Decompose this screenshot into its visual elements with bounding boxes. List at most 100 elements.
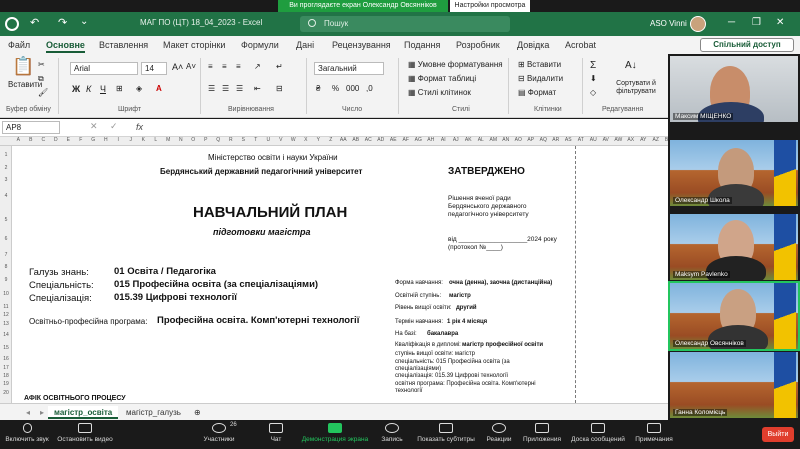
delete-cells-button[interactable]: ⊟ Видалити: [518, 74, 563, 83]
row-header[interactable]: 4: [0, 193, 12, 199]
form-value[interactable]: очна (денна), заочна (дистанційна): [449, 280, 552, 286]
minimize-icon[interactable]: ─: [728, 17, 735, 28]
column-header[interactable]: AU: [587, 137, 600, 143]
add-sheet-icon[interactable]: ⊕: [188, 406, 207, 419]
record-button[interactable]: Запись: [378, 423, 406, 443]
tab-home[interactable]: Основне: [46, 40, 85, 53]
column-header[interactable]: Q: [212, 137, 225, 143]
currency-icon[interactable]: ₴: [316, 84, 320, 93]
column-header[interactable]: M: [162, 137, 175, 143]
specialization-label[interactable]: Спеціалізація:: [29, 293, 92, 304]
view-options-button[interactable]: Настройки просмотра: [450, 0, 530, 12]
column-header[interactable]: H: [100, 137, 113, 143]
specialty-value[interactable]: 015 Професійна освіта (за спеціалізаціям…: [114, 279, 318, 290]
qualification-specialty[interactable]: спеціальність: 015 Професійна освіта (за: [395, 359, 510, 365]
plan-title[interactable]: НАВЧАЛЬНИЙ ПЛАН: [193, 204, 347, 221]
cell-styles-button[interactable]: ▦ Стилі клітинок: [408, 88, 471, 97]
row-header[interactable]: 7: [0, 252, 12, 258]
tab-page-layout[interactable]: Макет сторінки: [163, 40, 225, 50]
column-header[interactable]: AY: [637, 137, 650, 143]
program-label[interactable]: Освітньо-професійна програма:: [29, 317, 147, 326]
qualification-specialization[interactable]: спеціалізація: 015.39 Цифрові технології: [395, 373, 508, 379]
insert-cells-button[interactable]: ⊞ Вставити: [518, 60, 561, 69]
tab-data[interactable]: Дані: [296, 40, 314, 50]
row-header[interactable]: 13: [0, 321, 12, 327]
column-header[interactable]: O: [187, 137, 200, 143]
fill-color-icon[interactable]: ◈: [136, 84, 142, 93]
sort-filter-icon[interactable]: A↓: [625, 60, 637, 71]
approval-date[interactable]: від ___________________2024 року: [448, 236, 557, 243]
ministry-text[interactable]: Міністерство освіти і науки України: [208, 153, 338, 162]
column-header[interactable]: AS: [562, 137, 575, 143]
qualification-degree[interactable]: ступінь вищої освіти: магістр: [395, 351, 475, 357]
column-header[interactable]: AH: [425, 137, 438, 143]
column-header[interactable]: AZ: [650, 137, 663, 143]
captions-button[interactable]: Показать субтитры: [416, 423, 476, 443]
column-header[interactable]: B: [25, 137, 38, 143]
qualification-value[interactable]: магістр професійної освіти: [462, 342, 543, 348]
degree-label[interactable]: Освітній ступінь:: [395, 293, 441, 299]
redo-icon[interactable]: ↷: [58, 16, 67, 29]
maximize-icon[interactable]: ❐: [752, 17, 761, 28]
column-header[interactable]: AR: [550, 137, 563, 143]
column-header[interactable]: AK: [462, 137, 475, 143]
column-header[interactable]: AJ: [450, 137, 463, 143]
tab-view[interactable]: Подання: [404, 40, 440, 50]
column-header[interactable]: AV: [600, 137, 613, 143]
term-label[interactable]: Термін навчання:: [395, 319, 443, 325]
sheet-tab[interactable]: магістр_галузь: [120, 406, 187, 419]
format-cells-button[interactable]: ▤ Формат: [518, 88, 556, 97]
approved-text[interactable]: ЗАТВЕРДЖЕНО: [448, 166, 525, 177]
column-header[interactable]: P: [200, 137, 213, 143]
conditional-formatting-button[interactable]: ▦ Умовне форматування: [408, 60, 503, 69]
cut-icon[interactable]: ✂: [38, 60, 45, 69]
column-header[interactable]: E: [62, 137, 75, 143]
confirm-icon[interactable]: ✓: [110, 121, 118, 132]
level-label[interactable]: Рівень вищої освіти:: [395, 305, 452, 311]
column-header[interactable]: R: [225, 137, 238, 143]
column-header[interactable]: AW: [612, 137, 625, 143]
column-header[interactable]: T: [250, 137, 263, 143]
unmute-button[interactable]: Включить звук: [4, 423, 50, 443]
qualification-label[interactable]: Кваліфікація в дипломі:: [395, 342, 461, 348]
specialization-value[interactable]: 015.39 Цифрові технології: [114, 292, 237, 303]
row-header[interactable]: 17: [0, 365, 12, 371]
row-header[interactable]: 10: [0, 291, 12, 297]
qualification-program-cont[interactable]: технології: [395, 388, 423, 394]
program-value[interactable]: Професійна освіта. Комп'ютерні технологі…: [157, 315, 359, 326]
row-header[interactable]: 6: [0, 236, 12, 242]
borders-icon[interactable]: ⊞: [116, 84, 123, 93]
align-bottom-icon[interactable]: ≡: [236, 62, 241, 71]
insert-function-button[interactable]: fx: [136, 122, 143, 132]
row-header[interactable]: 8: [0, 264, 12, 270]
align-center-icon[interactable]: ☰: [222, 84, 229, 93]
row-header[interactable]: 16: [0, 356, 12, 362]
share-screen-button[interactable]: Демонстрация экрана: [300, 423, 370, 443]
video-tile[interactable]: Ганна Коломієць: [670, 352, 798, 418]
approval-protocol[interactable]: (протокол №____): [448, 244, 503, 251]
plan-subtitle[interactable]: підготовки магістра: [213, 227, 311, 237]
column-header[interactable]: V: [275, 137, 288, 143]
copy-icon[interactable]: ⧉: [38, 74, 44, 84]
video-tile[interactable]: Maksym Pavlenko: [670, 214, 798, 280]
name-box[interactable]: AP8: [2, 121, 60, 134]
specialty-label[interactable]: Спеціальність:: [29, 280, 94, 291]
font-color-icon[interactable]: A: [156, 84, 162, 93]
column-header[interactable]: AT: [575, 137, 588, 143]
align-top-icon[interactable]: ≡: [208, 62, 213, 71]
university-text[interactable]: Бердянський державний педагогічний уніве…: [160, 167, 362, 176]
align-middle-icon[interactable]: ≡: [222, 62, 227, 71]
tab-review[interactable]: Рецензування: [332, 40, 391, 50]
sheet-tab-active[interactable]: магістр_освіта: [48, 406, 119, 419]
column-header[interactable]: AC: [362, 137, 375, 143]
tab-acrobat[interactable]: Acrobat: [565, 40, 596, 50]
row-header[interactable]: 9: [0, 277, 12, 283]
column-header[interactable]: AB: [350, 137, 363, 143]
video-tile-active-speaker[interactable]: Олександр Овсянніков: [668, 281, 800, 351]
row-header[interactable]: 15: [0, 345, 12, 351]
merge-icon[interactable]: ⊟: [276, 84, 283, 93]
column-header[interactable]: AD: [375, 137, 388, 143]
font-name-select[interactable]: Arial: [70, 62, 138, 75]
column-header[interactable]: AN: [500, 137, 513, 143]
reactions-button[interactable]: Реакции: [484, 423, 514, 443]
